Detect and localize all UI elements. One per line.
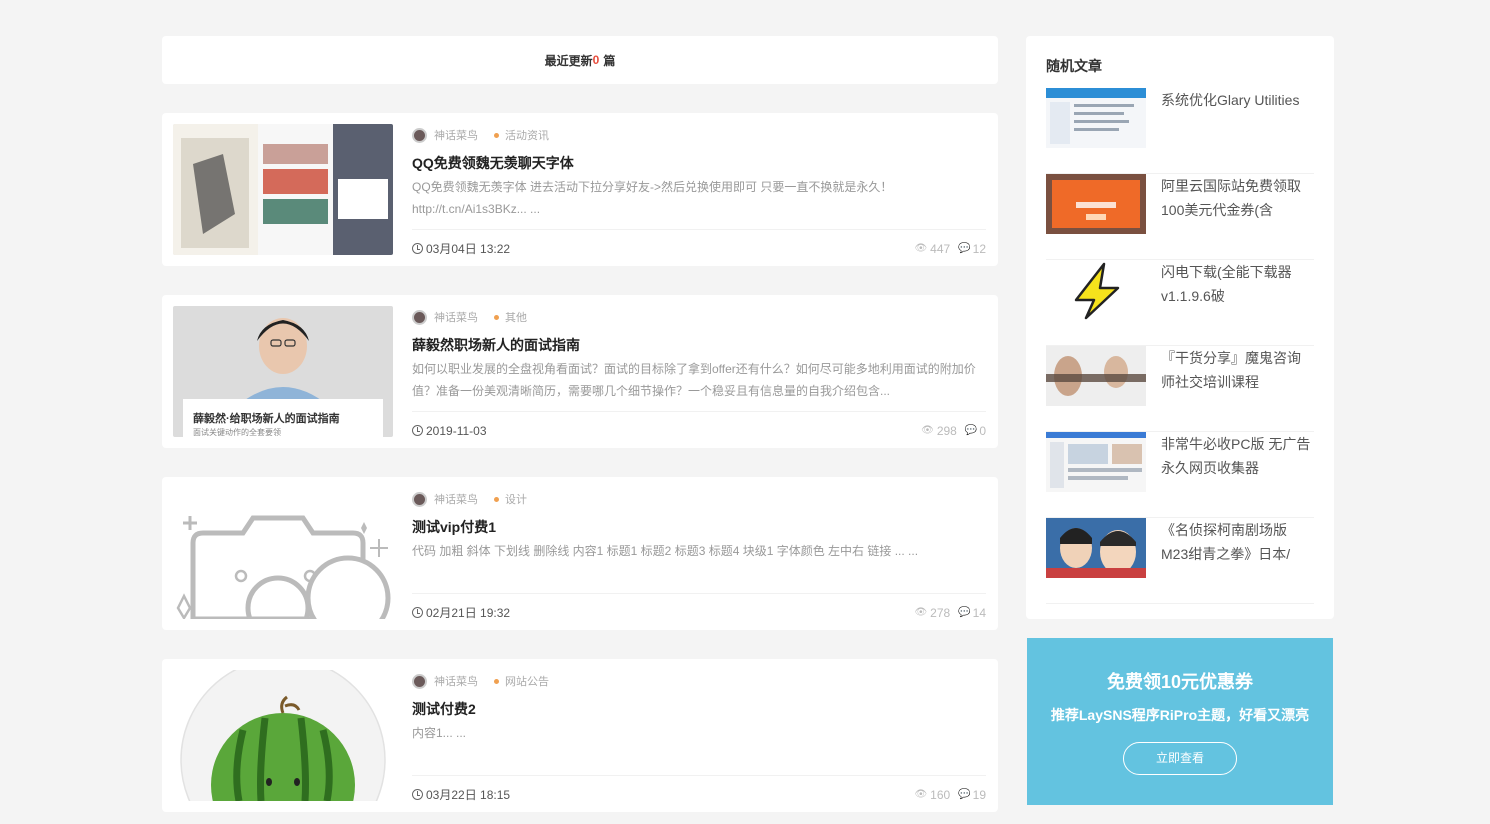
post-title[interactable]: 测试付费2 (412, 699, 476, 719)
random-post-item[interactable]: 《名侦探柯南剧场版M23绀青之拳》日本/ (1046, 518, 1314, 604)
random-post-thumbnail[interactable] (1046, 88, 1146, 148)
author-avatar[interactable] (412, 127, 427, 143)
random-post-title[interactable]: 系统优化Glary Utilities (1161, 88, 1313, 173)
random-post-title[interactable]: 闪电下载(全能下载器v1.1.9.6破 (1161, 260, 1313, 345)
post-comments: 19 (972, 787, 986, 802)
category-dot-icon (494, 496, 499, 502)
post-views: 447 (930, 241, 951, 256)
random-posts-widget: 随机文章 系统优化Glary Utilities 阿里云国际站免费领取100美元… (1026, 36, 1334, 619)
post-comments: 12 (972, 241, 986, 256)
post-card: 神话菜鸟 活动资讯 QQ免费领魏无羡聊天字体 QQ免费领魏无羡字体 进去活动下拉… (162, 113, 998, 266)
main-column: 最近更新 0 篇 神话菜鸟 活动资讯 QQ免费领魏无羡聊天字体 QQ免费领魏无羡… (162, 36, 998, 812)
random-post-title[interactable]: 阿里云国际站免费领取100美元代金券(含 (1161, 174, 1313, 259)
random-post-item[interactable]: 阿里云国际站免费领取100美元代金券(含 (1046, 174, 1314, 260)
post-date: 03月22日 18:15 (426, 788, 511, 802)
widget-title: 随机文章 (1046, 58, 1102, 74)
author-name[interactable]: 神话菜鸟 (434, 127, 478, 143)
post-date: 2019-11-03 (426, 423, 487, 438)
eye-icon: 👁 (914, 607, 928, 618)
eye-icon: 👁 (914, 789, 928, 800)
author-avatar[interactable] (412, 309, 427, 325)
author-name[interactable]: 神话菜鸟 (434, 309, 478, 325)
random-post-thumbnail[interactable] (1046, 260, 1146, 320)
eye-icon: 👁 (914, 243, 928, 254)
random-post-title[interactable]: 『干货分享』魔鬼咨询师社交培训课程 (1161, 346, 1313, 431)
post-thumbnail[interactable]: 薛毅然·给职场新人的面试指南 面试关键动作的全套要领 (173, 306, 393, 437)
post-date: 03月04日 13:22 (426, 242, 511, 256)
comment-icon: 💬 (958, 789, 971, 800)
random-post-title[interactable]: 非常牛必收PC版 无广告永久网页收集器 (1161, 432, 1313, 517)
author-name[interactable]: 神话菜鸟 (434, 673, 478, 689)
random-post-item[interactable]: 系统优化Glary Utilities (1046, 88, 1314, 174)
post-excerpt: 内容1... ... (412, 726, 467, 740)
sidebar: 随机文章 系统优化Glary Utilities 阿里云国际站免费领取100美元… (1026, 36, 1334, 805)
post-excerpt: 如何以职业发展的全盘视角看面试？面试的目标除了拿到offer还有什么？如何尽可能… (412, 362, 976, 398)
post-card: 薛毅然·给职场新人的面试指南 面试关键动作的全套要领 神话菜鸟 其他 薛毅然职场… (162, 295, 998, 448)
post-card: 神话菜鸟 网站公告 测试付费2 内容1... ... 03月22日 18:15 … (162, 659, 998, 812)
post-category[interactable]: 网站公告 (505, 673, 549, 689)
promo-subtitle: 推荐LaySNS程序RiPro主题，好看又漂亮 (1050, 707, 1310, 723)
view-now-button[interactable]: 立即查看 (1123, 742, 1237, 775)
category-dot-icon (494, 132, 499, 138)
random-post-item[interactable]: 闪电下载(全能下载器v1.1.9.6破 (1046, 260, 1314, 346)
clock-icon (412, 425, 423, 436)
author-avatar[interactable] (412, 491, 427, 507)
post-views: 160 (930, 787, 951, 802)
author-avatar[interactable] (412, 673, 427, 689)
post-views: 298 (936, 423, 957, 438)
comment-icon: 💬 (964, 425, 978, 436)
category-dot-icon (494, 314, 499, 320)
recent-updates-suffix: 篇 (603, 53, 616, 68)
coupon-promo-banner[interactable]: 免费领10元优惠券 推荐LaySNS程序RiPro主题，好看又漂亮 立即查看 (1027, 638, 1333, 805)
random-post-item[interactable]: 『干货分享』魔鬼咨询师社交培训课程 (1046, 346, 1314, 432)
recent-updates-count: 0 (592, 53, 600, 67)
post-date: 02月21日 19:32 (426, 606, 511, 620)
promo-title: 免费领10元优惠券 (1106, 672, 1254, 692)
clock-icon (412, 789, 423, 800)
author-name[interactable]: 神话菜鸟 (434, 491, 478, 507)
post-thumbnail[interactable] (173, 124, 393, 255)
thumbnail-title: 薛毅然·给职场新人的面试指南 (193, 413, 340, 425)
random-post-thumbnail[interactable] (1046, 432, 1146, 492)
random-post-item[interactable]: 非常牛必收PC版 无广告永久网页收集器 (1046, 432, 1314, 518)
category-dot-icon (494, 678, 499, 684)
post-category[interactable]: 设计 (505, 491, 527, 507)
post-views: 278 (930, 605, 951, 620)
comment-icon: 💬 (958, 243, 971, 254)
clock-icon (412, 607, 423, 618)
random-post-thumbnail[interactable] (1046, 518, 1146, 578)
recent-updates-label: 最近更新 (544, 53, 593, 68)
post-thumbnail[interactable] (173, 488, 393, 619)
post-excerpt: QQ免费领魏无羡字体 进去活动下拉分享好友->然后兑换使用即可 只要一直不换就是… (412, 180, 893, 216)
post-thumbnail[interactable] (173, 670, 393, 801)
eye-icon: 👁 (921, 425, 934, 436)
random-post-title[interactable]: 《名侦探柯南剧场版M23绀青之拳》日本/ (1161, 518, 1313, 603)
post-excerpt: 代码 加粗 斜体 下划线 删除线 内容1 标题1 标题2 标题3 标题4 块级1… (412, 544, 919, 558)
random-post-thumbnail[interactable] (1046, 174, 1146, 234)
post-comments: 0 (979, 423, 986, 438)
comment-icon: 💬 (958, 607, 971, 618)
post-card: 神话菜鸟 设计 测试vip付费1 代码 加粗 斜体 下划线 删除线 内容1 标题… (162, 477, 998, 630)
post-comments: 14 (972, 605, 986, 620)
post-category[interactable]: 活动资讯 (505, 127, 549, 143)
post-title[interactable]: 薛毅然职场新人的面试指南 (412, 335, 580, 355)
thumbnail-subtitle: 面试关键动作的全套要领 (193, 428, 281, 437)
recent-updates-header: 最近更新 0 篇 (162, 36, 998, 84)
random-post-thumbnail[interactable] (1046, 346, 1146, 406)
post-title[interactable]: 测试vip付费1 (412, 517, 496, 537)
post-category[interactable]: 其他 (505, 309, 527, 325)
post-title[interactable]: QQ免费领魏无羡聊天字体 (412, 153, 574, 173)
clock-icon (412, 243, 423, 254)
